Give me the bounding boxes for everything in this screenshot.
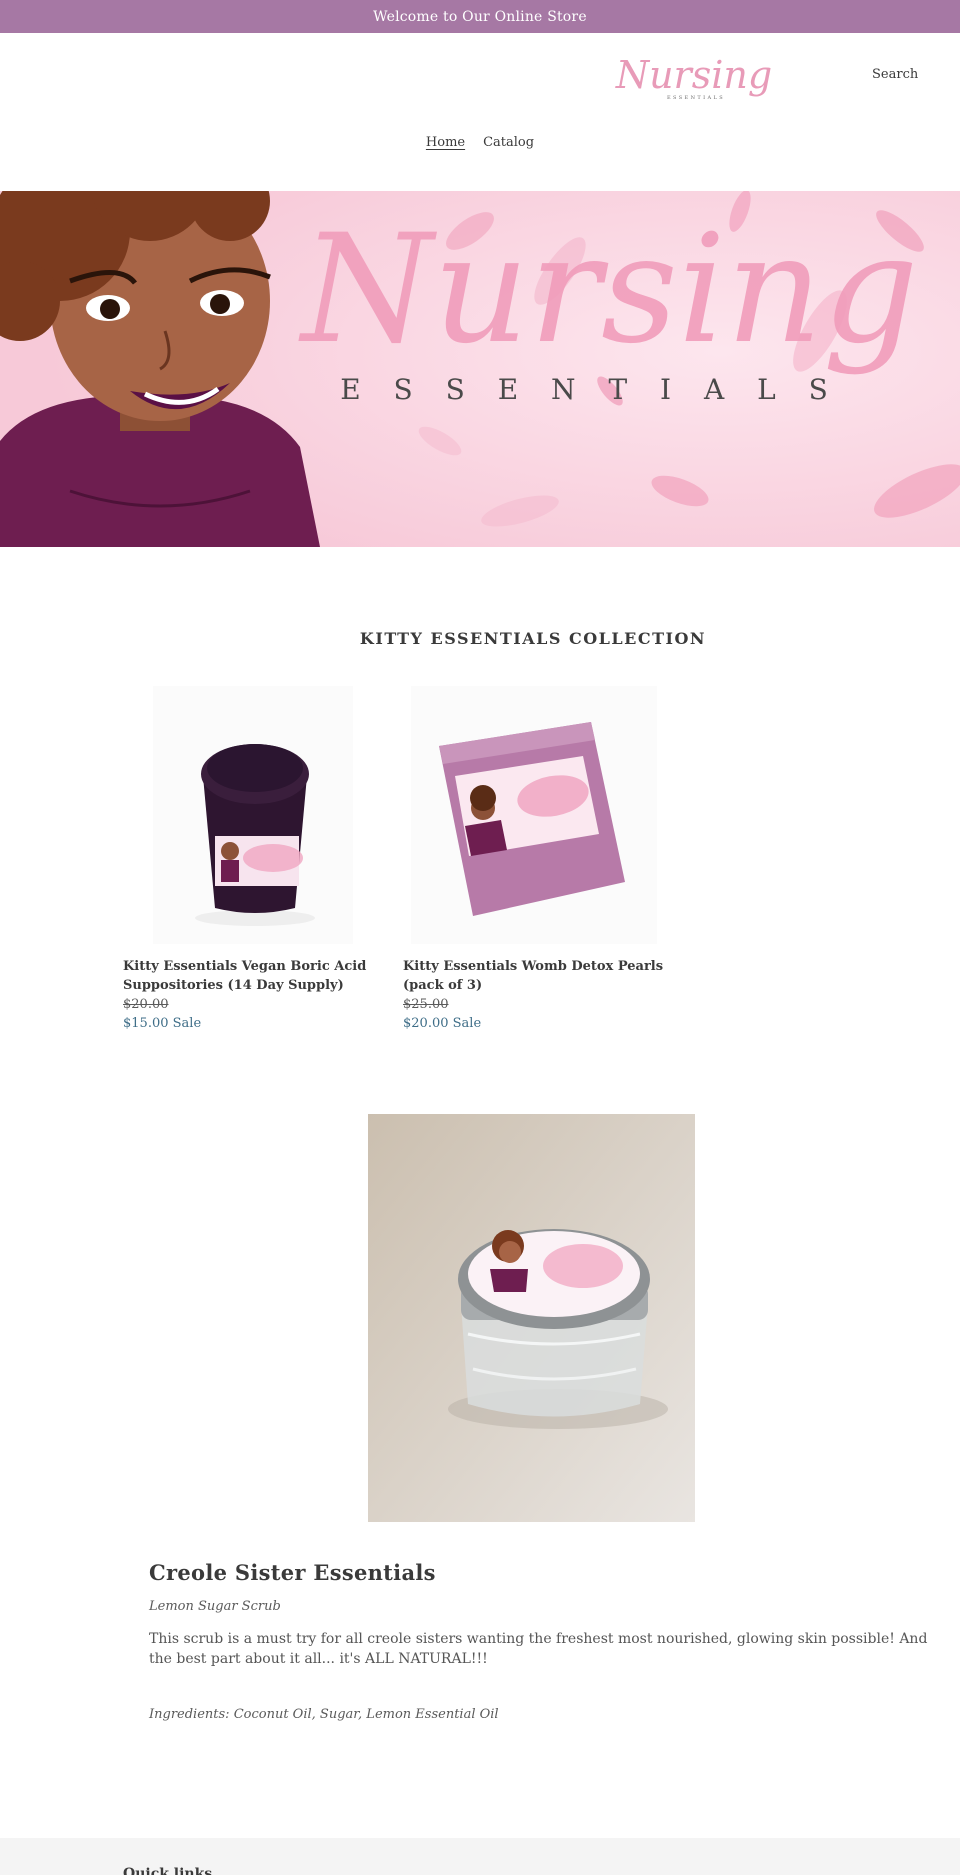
product-original-price: $25.00	[403, 997, 449, 1012]
product-sale-price: $20.00 Sale	[403, 1014, 665, 1033]
feature-body: This scrub is a must try for all creole …	[149, 1631, 928, 1667]
svg-text:Nursing: Nursing	[615, 53, 772, 97]
sale-label: Sale	[172, 1016, 202, 1031]
nav-catalog[interactable]: Catalog	[483, 135, 534, 150]
announcement-text: Welcome to Our Online Store	[373, 8, 587, 25]
feature-subtitle: Lemon Sugar Scrub	[149, 1599, 281, 1614]
site-footer: Quick links	[0, 1838, 960, 1875]
collection-title: KITTY ESSENTIALS COLLECTION	[359, 629, 707, 648]
footer-heading: Quick links	[123, 1866, 213, 1875]
feature-image-scrub-jar	[368, 1114, 695, 1522]
sale-price-value: $15.00	[123, 1016, 169, 1031]
hero-banner-image: Nursing E S S E N T I A L S	[0, 191, 960, 547]
hero-banner: Nursing E S S E N T I A L S	[0, 191, 960, 547]
product-sale-price: $15.00 Sale	[123, 1014, 385, 1033]
sale-label: Sale	[452, 1016, 482, 1031]
product-image-boric-acid[interactable]	[123, 686, 385, 944]
feature-ingredients: Ingredients: Coconut Oil, Sugar, Lemon E…	[149, 1707, 499, 1722]
svg-text:Nursing: Nursing	[298, 203, 918, 377]
product-image-womb-detox[interactable]	[403, 686, 665, 944]
product-card[interactable]: Kitty Essentials Vegan Boric Acid Suppos…	[123, 686, 385, 1033]
announcement-bar: Welcome to Our Online Store	[0, 0, 960, 33]
main-nav: Home Catalog	[0, 135, 960, 150]
product-original-price: $20.00	[123, 997, 169, 1012]
nav-home[interactable]: Home	[426, 135, 465, 150]
sale-price-value: $20.00	[403, 1016, 449, 1031]
svg-text:E S S E N T I A L S: E S S E N T I A L S	[340, 373, 840, 406]
feature-title: Creole Sister Essentials	[149, 1560, 436, 1585]
product-card[interactable]: Kitty Essentials Womb Detox Pearls (pack…	[403, 686, 665, 1033]
feature-text-block: Creole Sister Essentials Lemon Sugar Scr…	[149, 1560, 939, 1722]
svg-text:ESSENTIALS: ESSENTIALS	[667, 95, 725, 101]
search-link[interactable]: Search	[872, 67, 918, 82]
site-header: Nursing ESSENTIALS Search Home Catalog	[0, 33, 960, 191]
brand-logo[interactable]: Nursing ESSENTIALS	[614, 51, 774, 113]
product-name[interactable]: Kitty Essentials Womb Detox Pearls (pack…	[403, 957, 665, 995]
product-name[interactable]: Kitty Essentials Vegan Boric Acid Suppos…	[123, 957, 385, 995]
